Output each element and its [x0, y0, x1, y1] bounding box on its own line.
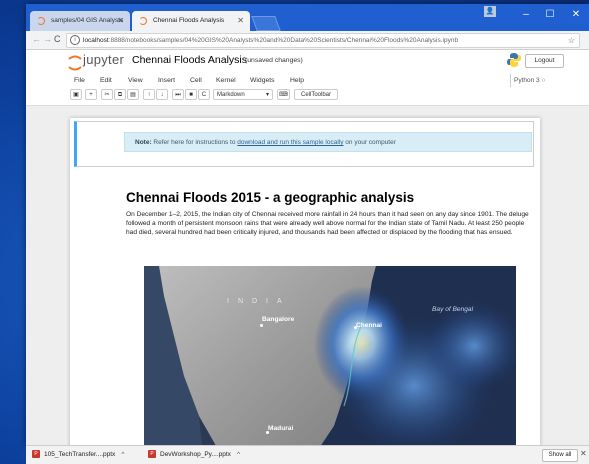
pptx-file-icon: P [148, 450, 156, 459]
paste-icon[interactable]: ▤ [127, 89, 139, 100]
url-input[interactable]: i localhost:8888/notebooks/samples/04%20G… [66, 33, 580, 48]
cut-icon[interactable]: ✂ [101, 89, 113, 100]
menu-file[interactable]: File [74, 74, 85, 87]
download-item[interactable]: P DevWorkshop_Py....pptx ^ [148, 446, 240, 464]
menu-kernel[interactable]: Kernel [216, 74, 236, 87]
save-icon[interactable]: ▣ [70, 89, 82, 100]
cell-type-select[interactable]: Markdown [213, 89, 273, 101]
move-up-icon[interactable]: ↑ [143, 89, 155, 100]
tab-gis-analysts[interactable]: samples/04 GIS Analysts ✕ [30, 11, 130, 31]
reload-icon[interactable]: C [54, 34, 61, 44]
download-sample-link[interactable]: download and run this sample locally [237, 139, 343, 146]
close-icon[interactable]: ✕ [117, 11, 124, 31]
jupyter-header: jupyter Chennai Floods Analysis (unsaved… [26, 50, 589, 104]
maximize-icon[interactable]: ☐ [538, 4, 562, 26]
celltoolbar-button[interactable]: CellToolbar [294, 89, 338, 100]
restart-icon[interactable]: C [198, 89, 210, 100]
kernel-status-icon: ○ [541, 77, 546, 84]
tab-label: samples/04 GIS Analysts [51, 17, 124, 24]
python-logo-icon [507, 53, 521, 67]
copy-icon[interactable]: ⧉ [114, 89, 126, 100]
keyboard-icon[interactable]: ⌨ [277, 89, 290, 100]
tab-strip: samples/04 GIS Analysts ✕ Chennai Floods… [26, 4, 589, 31]
address-bar: ← → C i localhost:8888/notebooks/samples/… [26, 31, 589, 50]
menu-edit[interactable]: Edit [100, 74, 112, 87]
download-filename: DevWorkshop_Py....pptx [160, 451, 231, 458]
profile-icon[interactable]: 👤 [484, 6, 496, 17]
chevron-up-icon[interactable]: ^ [121, 451, 124, 458]
map-label-india: INDIA [227, 298, 291, 305]
note-label: Note: [135, 139, 152, 146]
show-all-button[interactable]: Show all [542, 449, 578, 462]
move-down-icon[interactable]: ↓ [156, 89, 168, 100]
menu-bar: File Edit View Insert Cell Kernel Widget… [66, 74, 582, 87]
stop-icon[interactable]: ■ [185, 89, 197, 100]
downloads-bar: P 105_TechTransfer....pptx ^ P DevWorkshop_… [26, 445, 589, 464]
tab-chennai-floods[interactable]: Chennai Floods Analysis ✕ [132, 11, 250, 31]
info-icon[interactable]: i [70, 35, 80, 46]
bookmark-star-icon[interactable]: ☆ [568, 34, 575, 47]
menu-help[interactable]: Help [290, 74, 304, 87]
pptx-file-icon: P [32, 450, 40, 459]
back-icon[interactable]: ← [32, 34, 41, 44]
notebook-title[interactable]: Chennai Floods Analysis [132, 54, 247, 66]
article-paragraph: On December 1–2, 2015, the Indian city o… [126, 211, 529, 236]
map-label-bay-of-bengal: Bay of Bengal [432, 306, 474, 313]
minimize-icon[interactable]: – [514, 4, 538, 26]
download-item[interactable]: P 105_TechTransfer....pptx ^ [32, 446, 124, 464]
new-tab-button[interactable] [251, 16, 281, 31]
notebook-area[interactable]: Note: Refer here for instructions to dow… [26, 105, 589, 445]
download-filename: 105_TechTransfer....pptx [44, 451, 116, 458]
insert-cell-icon[interactable]: + [85, 89, 97, 100]
note-text-pre: Refer here for instructions to [153, 139, 236, 146]
menu-view[interactable]: View [128, 74, 143, 87]
menu-insert[interactable]: Insert [158, 74, 175, 87]
url-host: localhost [83, 37, 109, 44]
map-label-madurai: Madurai [268, 425, 294, 432]
url-path: :8888/notebooks/samples/04%20GIS%20Analy… [108, 37, 459, 44]
forward-icon[interactable]: → [43, 34, 52, 44]
notebook-page: Note: Refer here for instructions to dow… [70, 118, 540, 445]
run-icon[interactable]: ⏭ [172, 89, 184, 100]
logout-button[interactable]: Logout [525, 54, 564, 68]
jupyter-favicon-icon [139, 17, 147, 25]
article-heading: Chennai Floods 2015 - a geographic analy… [126, 190, 415, 205]
map-label-bangalore: Bangalore [262, 316, 295, 323]
rainfall-map-image: INDIA Bangalore Chennai Madurai Bay of B… [144, 266, 516, 445]
rainfall-map-graphic [144, 266, 516, 445]
chevron-up-icon[interactable]: ^ [237, 451, 240, 458]
kernel-name: Python 3 [514, 77, 540, 84]
map-label-chennai: Chennai [356, 322, 383, 329]
tab-label: Chennai Floods Analysis [153, 17, 225, 24]
close-icon[interactable]: ✕ [580, 449, 587, 458]
window-close-icon[interactable]: ✕ [564, 4, 588, 26]
menu-widgets[interactable]: Widgets [250, 74, 275, 87]
close-icon[interactable]: ✕ [237, 11, 244, 31]
save-status: (unsaved changes) [245, 57, 303, 64]
jupyter-logo-text[interactable]: jupyter [83, 52, 124, 67]
kernel-indicator: Python 3 ○ [510, 74, 545, 87]
menu-cell[interactable]: Cell [190, 74, 202, 87]
note-text-post: on your computer [345, 139, 396, 146]
jupyter-favicon-icon [37, 17, 45, 25]
browser-window: samples/04 GIS Analysts ✕ Chennai Floods… [26, 4, 589, 445]
jupyter-logo-icon[interactable] [68, 55, 82, 71]
bangalore-marker [260, 324, 263, 327]
note-box: Note: Refer here for instructions to dow… [124, 132, 532, 152]
